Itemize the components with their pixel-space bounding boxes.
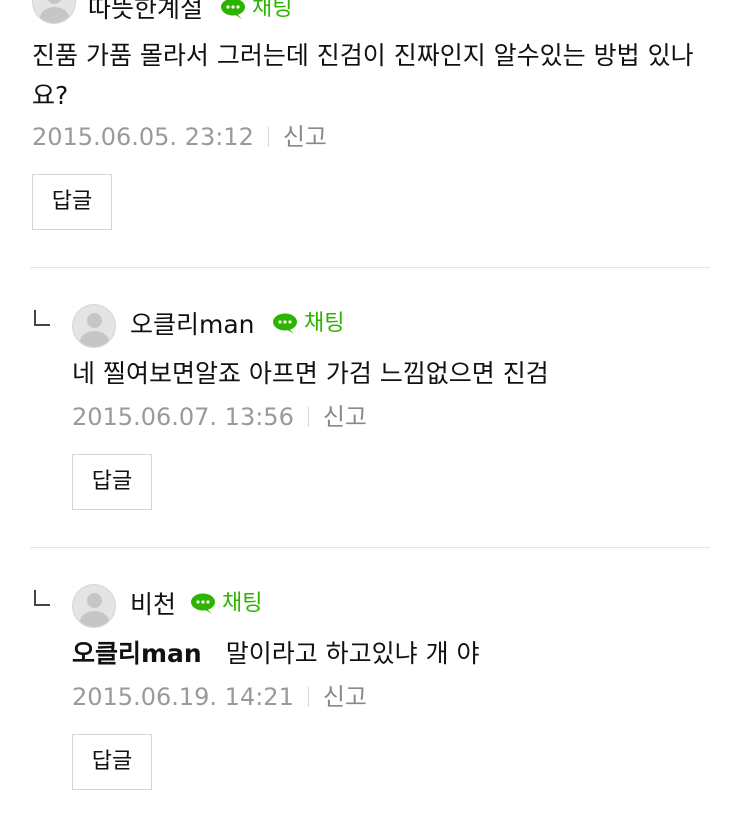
comment-text: 네 찔여보면알죠 아프면 가검 느낌없으면 진검 [72,359,549,388]
comment-text: 진품 가품 몰라서 그러는데 진검이 진짜인지 알수있는 방법 있나요? [32,41,694,110]
comment-nickname[interactable]: 따뜻한계절 [88,0,203,24]
avatar-head [47,0,62,4]
mention-nickname[interactable]: 오클리man [72,639,202,668]
report-link[interactable]: 신고 [283,122,327,152]
chat-label: 채팅 [252,0,293,21]
comment-text: 오클리man 말이라고 하고있냐 개 야 [72,634,712,674]
chat-link[interactable]: 채팅 [272,309,344,339]
meta-separator [307,687,309,707]
comment-meta: 2015.06.05. 23:12 신고 [32,122,327,152]
comment-meta: 2015.06.07. 13:56 신고 [72,402,367,432]
avatar[interactable] [72,584,116,628]
meta-separator [307,407,309,427]
comment-reply-item: 오클리man 채팅 네 찔여보면알죠 아프면 가검 느낌없으면 진검 2015.… [0,268,740,548]
avatar-head [87,593,102,608]
avatar-body [40,7,69,23]
comment-nickname[interactable]: 비천 [130,590,176,620]
avatar-body [80,611,109,627]
avatar[interactable] [32,0,76,24]
comment-date: 2015.06.19. 14:21 [72,683,294,711]
comment-date: 2015.06.05. 23:12 [32,123,254,151]
comment-date: 2015.06.07. 13:56 [72,403,294,431]
comment-item: 따뜻한계절 채팅 진품 가품 몰라서 그러는데 진검이 진짜인지 알수있는 방법… [0,0,740,268]
avatar-head [87,313,102,328]
comment-reply-item: 비천 채팅 오클리man 말이라고 하고있냐 개 야 2015.06.19. 14… [0,548,740,815]
reply-corner-icon [34,310,50,326]
chat-link[interactable]: 채팅 [220,0,292,24]
reply-button[interactable]: 답글 [72,734,152,790]
reply-corner-icon [34,590,50,606]
meta-separator [267,127,269,147]
reply-button[interactable]: 답글 [32,174,112,230]
report-link[interactable]: 신고 [323,402,367,432]
chat-label: 채팅 [304,311,345,336]
chat-icon [273,313,297,334]
avatar[interactable] [72,304,116,348]
reply-button[interactable]: 답글 [72,454,152,510]
chat-link[interactable]: 채팅 [190,589,262,619]
chat-icon [221,0,245,19]
comment-meta: 2015.06.19. 14:21 신고 [72,682,367,712]
comment-body: 말이라고 하고있냐 개 야 [225,639,480,668]
comment-nickname[interactable]: 오클리man [130,310,255,340]
avatar-body [80,331,109,347]
chat-label: 채팅 [222,591,263,616]
chat-icon [191,593,215,614]
report-link[interactable]: 신고 [323,682,367,712]
